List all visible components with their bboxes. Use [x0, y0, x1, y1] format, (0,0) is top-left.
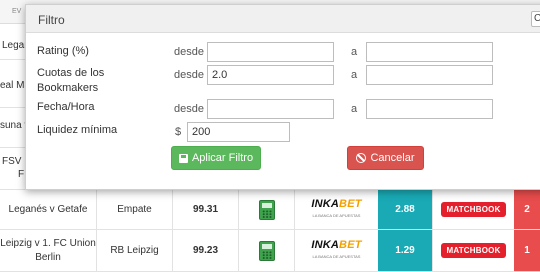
bet-selection: RB Leipzig	[96, 230, 172, 271]
cancel-label: Cancelar	[370, 152, 415, 164]
lay-odds[interactable]: 2	[514, 190, 540, 229]
modal-title: Filtro	[38, 13, 65, 27]
event-name-line2: F	[18, 169, 25, 180]
calculator-cell[interactable]	[238, 190, 294, 229]
event-name: Leganés v Getafe	[8, 203, 88, 215]
exchange-logo[interactable]: MATCHBOOK	[432, 230, 514, 271]
rating-value: 99.23	[172, 230, 238, 271]
date-from-input[interactable]	[207, 99, 334, 119]
filter-modal: Filtro C Rating (%) desde a Cuotas de lo…	[25, 4, 540, 190]
save-icon	[178, 153, 188, 163]
liquidity-input[interactable]	[187, 122, 290, 142]
date-to-label: a	[351, 103, 358, 115]
calculator-cell[interactable]	[238, 230, 294, 271]
bookmaker-logo[interactable]: INKABET LA BANCA DE APUESTAS	[294, 230, 378, 271]
inkabet-logo: INKABET LA BANCA DE APUESTAS	[311, 238, 362, 259]
rating-value: 99.31	[172, 190, 238, 229]
event-name: Leipzig v 1. FC Union Berlin	[0, 237, 96, 263]
date-from-label: desde	[174, 103, 204, 115]
table-row[interactable]: Leganés v Getafe Empate 99.31 INKABET LA …	[0, 190, 540, 230]
header-fragment: EV	[12, 8, 22, 15]
ban-icon	[356, 153, 367, 163]
lay-odds[interactable]: 1	[514, 230, 540, 271]
odds-to-label: a	[351, 69, 358, 81]
odds-label: Cuotas de los Bookmakers	[37, 67, 105, 94]
odds-to-input[interactable]	[366, 65, 493, 85]
rating-from-input[interactable]	[207, 42, 334, 62]
rating-from-label: desde	[174, 46, 204, 58]
rating-label: Rating (%)	[37, 45, 89, 57]
rating-to-input[interactable]	[366, 42, 493, 62]
rating-to-label: a	[351, 46, 358, 58]
table-row[interactable]: Leipzig v 1. FC Union Berlin RB Leipzig …	[0, 230, 540, 272]
modal-header: Filtro C	[26, 5, 540, 33]
cancel-button[interactable]: Cancelar	[347, 146, 424, 170]
close-button[interactable]: C	[531, 11, 540, 27]
calculator-icon[interactable]	[258, 240, 275, 261]
date-to-input[interactable]	[366, 99, 493, 119]
exchange-logo[interactable]: MATCHBOOK	[432, 190, 514, 229]
bet-selection: Empate	[96, 190, 172, 229]
apply-filter-button[interactable]: Aplicar Filtro	[171, 146, 261, 170]
inkabet-logo: INKABET LA BANCA DE APUESTAS	[311, 197, 362, 218]
back-odds[interactable]: 1.29	[378, 230, 432, 271]
apply-filter-label: Aplicar Filtro	[191, 152, 254, 164]
bookmaker-logo[interactable]: INKABET LA BANCA DE APUESTAS	[294, 190, 378, 229]
calculator-icon[interactable]	[258, 199, 275, 220]
back-odds[interactable]: 2.88	[378, 190, 432, 229]
liquidity-label: Liquidez mínima	[37, 124, 118, 136]
matchbook-logo: MATCHBOOK	[441, 202, 506, 217]
date-label: Fecha/Hora	[37, 101, 95, 113]
odds-from-label: desde	[174, 69, 204, 81]
currency-symbol: $	[175, 126, 182, 138]
matchbook-logo: MATCHBOOK	[441, 243, 506, 258]
odds-from-input[interactable]	[207, 65, 334, 85]
